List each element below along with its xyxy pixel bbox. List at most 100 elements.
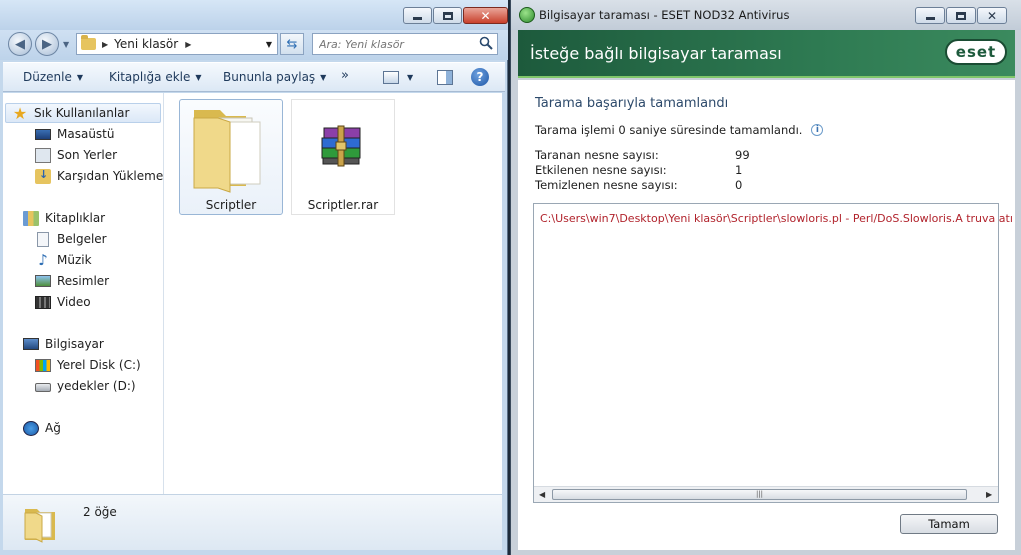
close-button[interactable]: ✕ (977, 7, 1007, 24)
maximize-button[interactable] (433, 7, 462, 24)
scan-duration: Tarama işlemi 0 saniye süresinde tamamla… (535, 123, 824, 137)
forward-arrow-icon: ▶ (42, 36, 52, 52)
address-bar[interactable]: ▶ Yeni klasör ▶ ▼ (76, 33, 278, 55)
nav-pictures[interactable]: Resimler (35, 271, 109, 291)
stat-label-cleaned: Temizlenen nesne sayısı: (535, 178, 678, 192)
share-label: Bununla paylaş (223, 70, 316, 84)
change-view-icon[interactable] (383, 71, 399, 84)
breadcrumb-chevron-icon[interactable]: ▶ (185, 40, 191, 49)
organize-menu[interactable]: Düzenle ▼ (23, 70, 83, 84)
nav-drive-c[interactable]: Yerel Disk (C:) (35, 355, 141, 375)
breadcrumb-separator-icon[interactable]: ▶ (102, 40, 108, 49)
nav-label: Sık Kullanılanlar (34, 106, 130, 120)
eset-app-icon (519, 7, 535, 23)
share-menu[interactable]: Bununla paylaş ▼ (223, 70, 326, 84)
search-icon[interactable] (479, 36, 493, 50)
nav-label: Bilgisayar (45, 337, 104, 351)
nav-downloads[interactable]: Karşıdan Yüklemeler (35, 166, 164, 186)
info-icon[interactable]: i (811, 124, 824, 136)
minimize-icon (925, 16, 935, 20)
windows-disk-icon (35, 358, 51, 372)
chevron-down-icon: ▼ (76, 72, 84, 82)
nav-drive-d[interactable]: yedekler (D:) (35, 376, 136, 396)
nav-computer[interactable]: Bilgisayar (23, 334, 104, 354)
nav-desktop[interactable]: Masaüstü (35, 124, 114, 144)
log-entry[interactable]: C:\Users\win7\Desktop\Yeni klasör\Script… (540, 212, 1013, 225)
nav-network[interactable]: Ağ (23, 418, 61, 438)
nav-label: Resimler (57, 274, 110, 288)
scroll-left-icon[interactable]: ◀ (539, 490, 545, 499)
command-bar: Düzenle ▼ Kitaplığa ekle ▼ Bununla paylaş ▼… (3, 62, 505, 92)
scan-title: İsteğe bağlı bilgisayar taraması (530, 44, 782, 63)
winrar-icon (321, 125, 361, 167)
maximize-icon (442, 11, 453, 20)
nav-music[interactable]: ♪ Müzik (35, 250, 91, 270)
nav-favorites[interactable]: ★ Sık Kullanılanlar (5, 103, 161, 123)
horizontal-scrollbar[interactable]: ◀ ||| ▶ (534, 486, 998, 502)
file-item-archive[interactable]: Scriptler.rar (291, 99, 395, 215)
scroll-right-icon[interactable]: ▶ (986, 490, 992, 499)
recent-places-icon (35, 147, 51, 163)
eset-caption-buttons: ✕ (914, 7, 1007, 24)
music-icon: ♪ (38, 250, 48, 269)
folder-icon (24, 509, 55, 543)
scan-duration-text: Tarama işlemi 0 saniye süresinde tamamla… (535, 123, 803, 137)
eset-body: Tarama başarıyla tamamlandı Tarama işlem… (518, 80, 1015, 550)
refresh-button[interactable]: ⇆ (280, 33, 304, 55)
explorer-titlebar[interactable]: ✕ (0, 0, 508, 30)
organize-label: Düzenle (23, 70, 72, 84)
minimize-button[interactable] (403, 7, 432, 24)
stat-label-scanned: Taranan nesne sayısı: (535, 148, 659, 162)
libraries-icon (23, 210, 39, 226)
more-commands-button[interactable]: » (341, 68, 349, 83)
ok-button[interactable]: Tamam (900, 514, 998, 534)
item-count: 2 öğe (83, 505, 117, 519)
address-row: ◀ ▶ ▼ ▶ Yeni klasör ▶ ▼ ⇆ (0, 30, 508, 60)
recent-pages-dropdown[interactable]: ▼ (63, 40, 69, 49)
file-item-folder[interactable]: Scriptler (179, 99, 283, 215)
nav-video[interactable]: Video (35, 292, 91, 312)
nav-label: Yerel Disk (C:) (57, 358, 141, 372)
breadcrumb-current[interactable]: Yeni klasör (114, 37, 178, 51)
nav-label: Ağ (45, 421, 61, 435)
nav-recent-places[interactable]: Son Yerler (35, 145, 117, 165)
minimize-button[interactable] (915, 7, 945, 24)
include-library-menu[interactable]: Kitaplığa ekle ▼ (109, 70, 202, 84)
eset-titlebar[interactable]: Bilgisayar taraması - ESET NOD32 Antivir… (511, 0, 1021, 30)
search-box[interactable] (312, 33, 498, 55)
maximize-button[interactable] (946, 7, 976, 24)
eset-header: İsteğe bağlı bilgisayar taraması eset (518, 30, 1015, 78)
file-name: Scriptler (205, 198, 257, 212)
video-icon (35, 295, 51, 309)
scan-log[interactable]: C:\Users\win7\Desktop\Yeni klasör\Script… (533, 203, 1013, 503)
network-icon (23, 420, 39, 436)
preview-pane-icon[interactable] (437, 70, 453, 85)
scrollbar-thumb[interactable]: ||| (552, 489, 967, 500)
nav-label: Son Yerler (57, 148, 118, 162)
help-icon[interactable]: ? (471, 68, 489, 86)
details-pane: 2 öğe (3, 494, 502, 550)
refresh-icon: ⇆ (286, 36, 298, 52)
drive-icon (35, 383, 51, 392)
nav-label: yedekler (D:) (57, 379, 136, 393)
nav-documents[interactable]: Belgeler (35, 229, 107, 249)
address-dropdown-icon[interactable]: ▼ (266, 40, 272, 49)
file-list: Scriptler Scriptler.rar (165, 93, 502, 494)
chevron-down-icon: ▼ (195, 72, 202, 82)
file-name: Scriptler.rar (307, 198, 379, 212)
view-dropdown-icon[interactable]: ▼ (407, 73, 413, 82)
close-button[interactable]: ✕ (463, 7, 508, 24)
folder-icon (81, 35, 96, 50)
forward-button[interactable]: ▶ (35, 32, 59, 56)
close-icon: ✕ (480, 8, 491, 23)
search-input[interactable] (319, 37, 469, 51)
close-icon: ✕ (986, 8, 998, 23)
nav-label: Video (57, 295, 91, 309)
downloads-icon (35, 168, 51, 184)
nav-label: Karşıdan Yüklemeler (57, 169, 164, 183)
nav-libraries[interactable]: Kitaplıklar (23, 208, 105, 228)
back-button[interactable]: ◀ (8, 32, 32, 56)
computer-icon (23, 338, 39, 350)
eset-logo: eset (945, 39, 1007, 65)
nav-label: Belgeler (57, 232, 107, 246)
